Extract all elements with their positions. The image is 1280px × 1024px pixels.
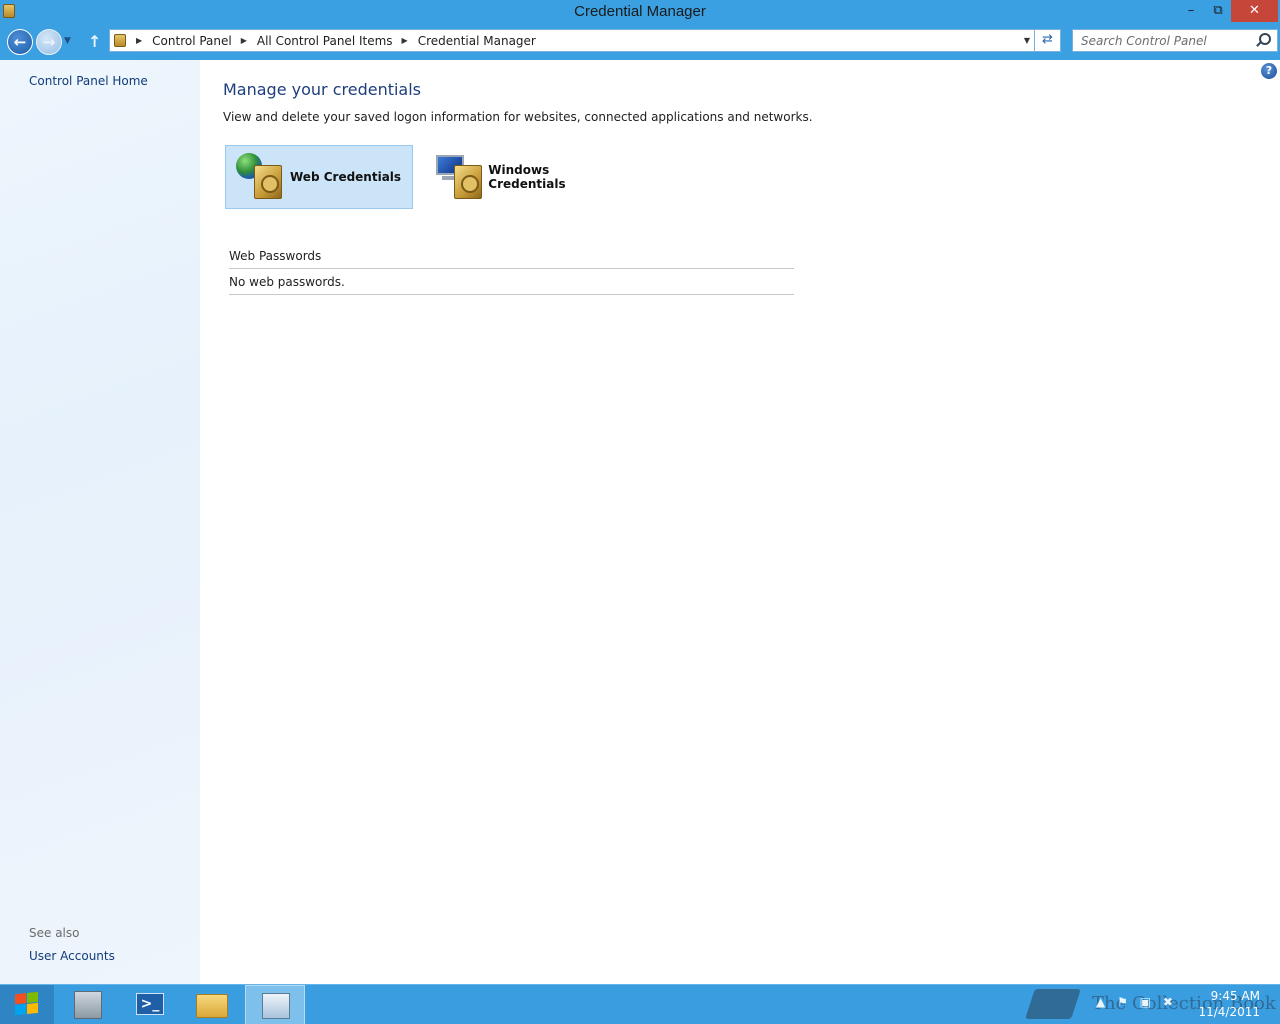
divider: [229, 294, 794, 295]
help-icon[interactable]: ?: [1261, 63, 1277, 79]
back-arrow-icon: ←: [13, 33, 27, 51]
powershell-icon: >_: [136, 993, 164, 1015]
taskbar: >_ The Collection Book ▲ ⚑ ▣ ✖ 9:45 AM 1…: [0, 984, 1280, 1024]
breadcrumb-all-control-panel-items[interactable]: All Control Panel Items: [257, 34, 393, 48]
search-input[interactable]: [1081, 33, 1251, 49]
web-vault-icon: [234, 151, 286, 203]
search-icon[interactable]: [1259, 33, 1271, 45]
taskbar-server-manager[interactable]: [58, 985, 118, 1024]
chevron-right-icon[interactable]: ▶: [241, 36, 247, 45]
clock-date: 11/4/2011: [1198, 1005, 1260, 1019]
page-description: View and delete your saved logon informa…: [223, 110, 813, 124]
windows-logo-icon: [15, 991, 39, 1017]
windows-credentials-tile[interactable]: Windows Credentials: [426, 145, 626, 209]
start-button[interactable]: [0, 985, 54, 1024]
taskbar-control-panel[interactable]: [245, 985, 305, 1024]
web-passwords-header: Web Passwords: [229, 249, 322, 263]
divider: [229, 268, 794, 269]
taskbar-powershell[interactable]: >_: [120, 985, 180, 1024]
address-bar[interactable]: ▶ Control Panel ▶ All Control Panel Item…: [109, 29, 1035, 52]
network-icon[interactable]: ▣: [1140, 995, 1151, 1009]
chevron-right-icon[interactable]: ▶: [136, 36, 142, 45]
breadcrumb-credential-manager[interactable]: Credential Manager: [418, 34, 536, 48]
restore-button[interactable]: ⧉: [1204, 0, 1232, 22]
control-panel-icon: [262, 993, 290, 1019]
web-credentials-label: Web Credentials: [290, 170, 402, 184]
page-title: Manage your credentials: [223, 80, 422, 99]
user-accounts-link[interactable]: User Accounts: [29, 949, 115, 963]
windows-credentials-label: Windows Credentials: [488, 163, 566, 191]
empty-list-message: No web passwords.: [229, 275, 345, 289]
forward-arrow-icon: →: [42, 33, 56, 51]
minimize-button[interactable]: –: [1177, 0, 1205, 22]
volume-muted-icon[interactable]: ✖: [1163, 995, 1173, 1009]
left-pane: Control Panel Home See also User Account…: [0, 60, 200, 984]
search-box[interactable]: [1072, 29, 1278, 52]
window-title: Credential Manager: [574, 3, 706, 20]
up-arrow-icon[interactable]: ↑: [88, 32, 101, 51]
back-button[interactable]: ←: [7, 29, 33, 55]
taskbar-file-explorer[interactable]: [182, 985, 242, 1024]
close-button[interactable]: ✕: [1231, 0, 1278, 22]
clock-time: 9:45 AM: [1210, 989, 1260, 1003]
control-panel-home-link[interactable]: Control Panel Home: [29, 74, 148, 88]
recent-locations-dropdown[interactable]: ▼: [64, 36, 71, 46]
refresh-button[interactable]: ⇄: [1035, 29, 1061, 52]
file-explorer-icon: [196, 994, 228, 1018]
navigation-bar: ← → ▼ ↑ ▶ Control Panel ▶ All Control Pa…: [0, 24, 1280, 60]
clock[interactable]: 9:45 AM 11/4/2011: [1198, 988, 1260, 1020]
breadcrumb-control-panel[interactable]: Control Panel: [152, 34, 232, 48]
flag-icon[interactable]: ⚑: [1117, 995, 1128, 1009]
control-panel-icon: [114, 34, 126, 47]
server-manager-icon: [74, 991, 102, 1019]
windows-vault-icon: [434, 151, 484, 203]
title-bar: Credential Manager – ⧉ ✕: [0, 0, 1280, 24]
show-hidden-icons-icon[interactable]: ▲: [1096, 995, 1105, 1009]
chevron-right-icon[interactable]: ▶: [402, 36, 408, 45]
see-also-label: See also: [29, 926, 80, 940]
system-tray: ▲ ⚑ ▣ ✖: [1096, 995, 1181, 1009]
forward-button[interactable]: →: [36, 29, 62, 55]
main-content: ? Manage your credentials View and delet…: [200, 60, 1280, 984]
address-dropdown-icon[interactable]: ▼: [1024, 36, 1030, 45]
web-credentials-tile[interactable]: Web Credentials: [225, 145, 413, 209]
book-icon: [1025, 989, 1081, 1019]
breadcrumb: ▶ Control Panel ▶ All Control Panel Item…: [136, 30, 536, 51]
